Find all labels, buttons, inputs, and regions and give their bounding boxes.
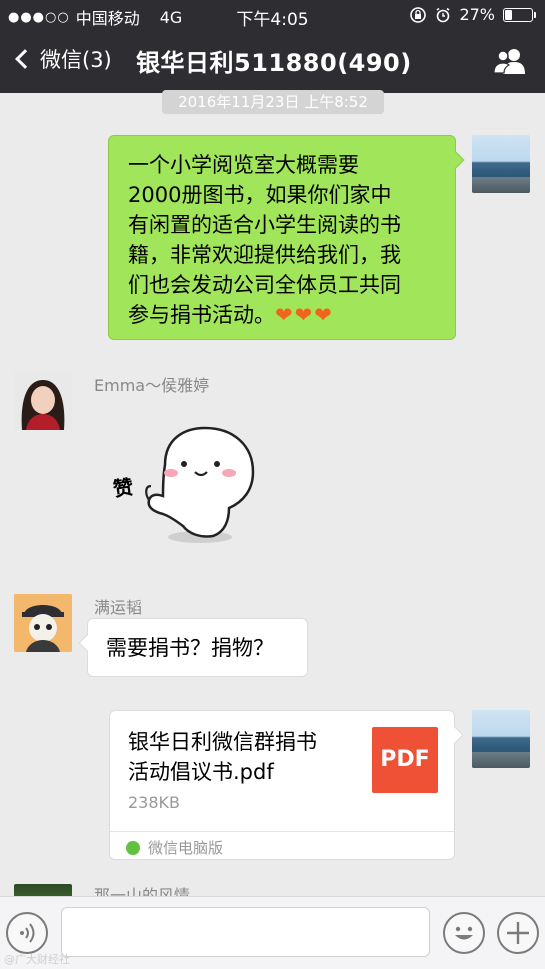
person-avatar-icon xyxy=(14,372,72,430)
top-bar: ●●●○○ 中国移动 4G 下午4:05 27% 微信(3) 银华日利51188… xyxy=(0,0,545,93)
sticker-caption: 赞 xyxy=(111,474,135,502)
file-size: 238KB xyxy=(128,793,181,812)
back-button[interactable]: 微信(3) xyxy=(12,44,112,74)
file-name-line: 活动倡议书.pdf xyxy=(128,760,274,784)
file-name: 银华日利微信群捐书 活动倡议书.pdf xyxy=(128,727,358,787)
pdf-file-icon: PDF xyxy=(372,727,438,793)
rotation-lock-icon xyxy=(410,6,427,23)
self-avatar[interactable] xyxy=(472,135,530,193)
sender-name: 满运韬 xyxy=(94,598,143,617)
voice-icon xyxy=(20,923,35,943)
file-name-line: 银华日利微信群捐书 xyxy=(128,730,317,754)
sender-avatar[interactable] xyxy=(14,594,72,652)
plus-icon xyxy=(507,922,529,944)
message-line: 参与捐书活动。 xyxy=(128,303,275,327)
self-message-bubble[interactable]: 一个小学阅览室大概需要 2000册图书，如果你们家中 有闲置的适合小学生阅读的书… xyxy=(108,135,465,340)
message-line: 有闲置的适合小学生阅读的书 xyxy=(128,213,401,237)
battery-icon xyxy=(503,7,536,22)
file-source: 微信电脑版 xyxy=(148,839,224,857)
chat-title: 银华日利511880(490) xyxy=(136,49,412,77)
smiley-icon xyxy=(455,926,473,940)
status-bar: ●●●○○ 中国移动 4G 下午4:05 27% xyxy=(0,0,545,30)
message-timestamp: 2016年11月23日 上午8:52 xyxy=(162,90,384,114)
back-label: 微信(3) xyxy=(40,48,112,72)
message-line: 2000册图书，如果你们家中 xyxy=(128,183,392,207)
sender-avatar[interactable] xyxy=(14,372,72,430)
watermark: @广大财经社 xyxy=(4,953,70,966)
wechat-pc-icon xyxy=(126,841,140,855)
message-line: 一个小学阅览室大概需要 xyxy=(128,153,359,177)
people-icon[interactable] xyxy=(493,48,527,74)
message-text: 需要捐书？捐物？ xyxy=(106,636,274,660)
voice-button[interactable] xyxy=(6,912,48,954)
alarm-icon xyxy=(436,7,450,22)
nav-bar: 微信(3) 银华日利511880(490) xyxy=(0,30,545,93)
heart-emoji: ❤❤❤ xyxy=(275,303,334,327)
file-message-card[interactable]: 银华日利微信群捐书 活动倡议书.pdf 238KB PDF 微信电脑版 xyxy=(109,710,464,860)
divider xyxy=(110,831,454,832)
battery-percent: 27% xyxy=(459,5,495,24)
emoji-button[interactable] xyxy=(443,912,485,954)
message-line: 们也会发动公司全体员工共同 xyxy=(128,273,401,297)
message-line: 籍，非常欢迎提供给我们，我 xyxy=(128,243,401,267)
self-avatar[interactable] xyxy=(472,710,530,768)
message-line-with-emoji: 参与捐书活动。❤❤❤ xyxy=(128,300,448,330)
received-message-bubble[interactable]: 需要捐书？捐物？ xyxy=(78,618,308,677)
chevron-left-icon xyxy=(15,49,35,69)
more-button[interactable] xyxy=(497,912,539,954)
cartoon-avatar-icon xyxy=(14,594,72,652)
message-input[interactable] xyxy=(61,907,430,957)
sender-name: Emma～侯雅婷 xyxy=(94,376,210,395)
input-bar xyxy=(0,896,545,969)
